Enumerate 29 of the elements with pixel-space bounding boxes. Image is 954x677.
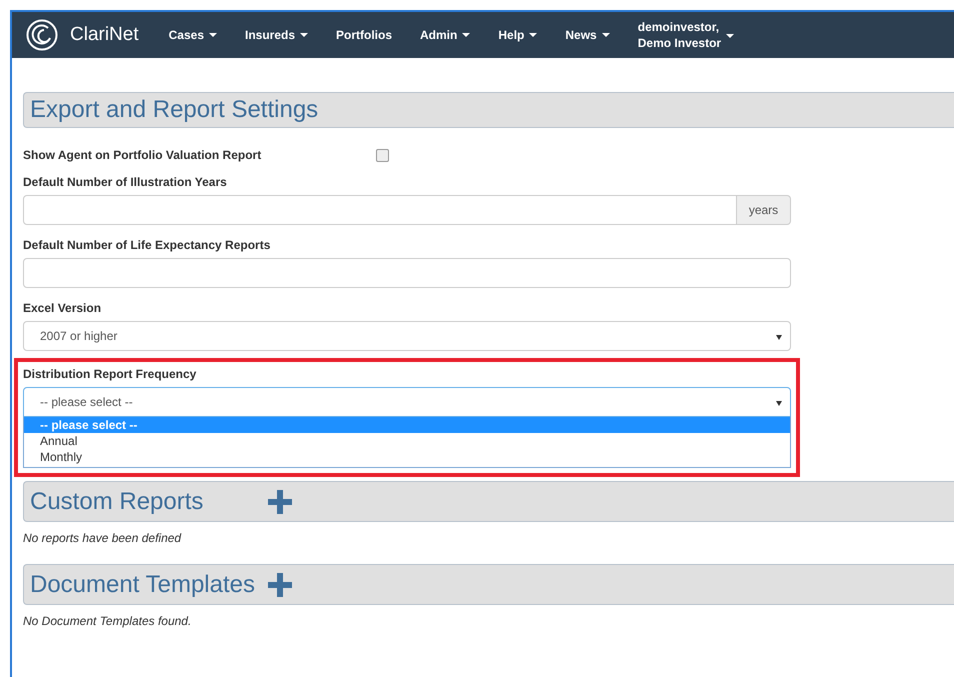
nav-menu-item[interactable]: News bbox=[551, 28, 624, 42]
field-label: Distribution Report Frequency bbox=[23, 367, 198, 381]
add-icon[interactable] bbox=[268, 490, 292, 514]
empty-note: No reports have been defined bbox=[23, 531, 182, 545]
select-field[interactable]: 2007 or higher bbox=[23, 321, 791, 351]
nav-menu-item[interactable]: Help bbox=[484, 28, 552, 42]
checkbox[interactable] bbox=[376, 148, 389, 162]
field-label: Show Agent on Portfolio Valuation Report bbox=[23, 148, 262, 162]
select-field[interactable]: -- please select -- bbox=[23, 387, 791, 417]
field-label: Default Number of Life Expectancy Reports bbox=[23, 238, 272, 252]
nav-menu-item[interactable]: Portfolios bbox=[322, 28, 406, 42]
section-header: Export and Report Settings bbox=[23, 92, 954, 128]
nav-menu-item[interactable]: Cases bbox=[154, 28, 231, 42]
nav-menu-item[interactable]: Insureds bbox=[231, 28, 322, 42]
dropdown-option[interactable]: Annual bbox=[24, 433, 790, 449]
section-title: Custom Reports bbox=[30, 488, 204, 516]
input-field[interactable] bbox=[23, 258, 791, 288]
section-title: Document Templates bbox=[30, 570, 256, 598]
user-menu[interactable]: demoinvestor, Demo Investor bbox=[624, 19, 748, 51]
unit-addon: years bbox=[737, 195, 791, 225]
add-icon[interactable] bbox=[268, 572, 292, 596]
dropdown-option[interactable]: Monthly bbox=[24, 449, 790, 465]
field-label: Excel Version bbox=[23, 301, 102, 315]
logo-icon bbox=[26, 19, 58, 51]
empty-note: No Document Templates found. bbox=[23, 614, 192, 628]
field-label: Default Number of Illustration Years bbox=[23, 175, 228, 189]
nav-menu-item[interactable]: Admin bbox=[406, 28, 484, 42]
input-field[interactable] bbox=[23, 195, 737, 225]
brand-link[interactable]: ClariNet bbox=[70, 24, 139, 46]
